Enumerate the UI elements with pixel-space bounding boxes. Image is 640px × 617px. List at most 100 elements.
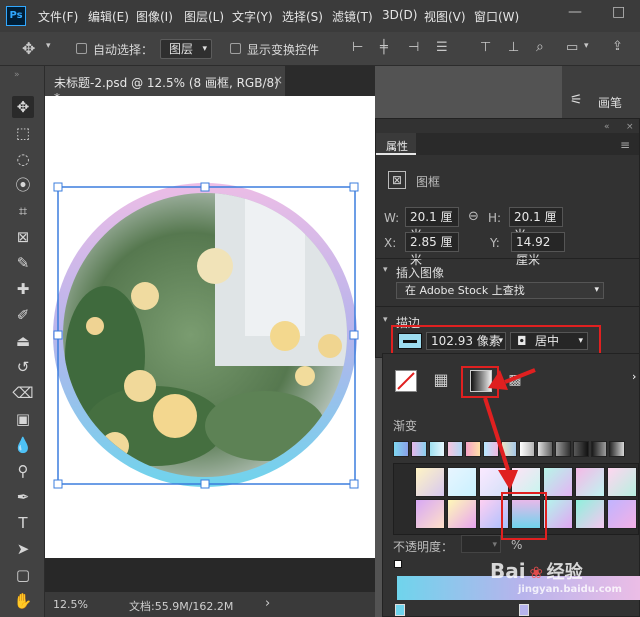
auto-select-value: 图层 xyxy=(169,42,194,56)
link-icon[interactable]: ⊖ xyxy=(468,209,479,224)
x-field[interactable]: 2.85 厘米 xyxy=(405,232,459,267)
transform-handle xyxy=(349,182,359,192)
menu-view[interactable]: 视图(V) xyxy=(424,8,466,25)
search-icon[interactable]: ⌕ xyxy=(536,39,544,55)
collapse-icon[interactable]: » xyxy=(14,70,20,80)
paw-icon: ❀ xyxy=(529,563,543,582)
align-center-icon[interactable]: ╪ xyxy=(380,40,388,55)
menu-image[interactable]: 图像(I) xyxy=(136,8,173,25)
auto-select-dropdown[interactable]: 图层 ▾ xyxy=(160,39,212,59)
opacity-field[interactable]: ▾ xyxy=(461,535,501,553)
properties-panel: « × 属性 ≡ ⊠ 图框 W: 20.1 厘米 ⊖ H: 20.1 厘米 X:… xyxy=(375,118,640,358)
adobe-stock-dropdown[interactable]: 在 Adobe Stock 上查找 ▾ xyxy=(396,282,604,299)
transform-handle xyxy=(200,479,210,489)
hand-tool-icon[interactable]: ✋ xyxy=(12,590,34,612)
opacity-label: 不透明度： xyxy=(393,540,454,554)
x-label: X: xyxy=(384,236,397,250)
close-icon[interactable]: × xyxy=(273,73,283,87)
distribute-icon[interactable]: ☰ xyxy=(436,40,448,55)
brush-panel-label[interactable]: 画笔 xyxy=(598,94,622,111)
status-menu-arrow[interactable]: › xyxy=(265,596,270,611)
align-right-icon[interactable]: ⊣ xyxy=(408,40,419,55)
zoom-level[interactable]: 12.5% xyxy=(53,598,88,611)
move-tool-icon[interactable]: ✥ xyxy=(12,96,34,118)
options-bar: ✥ ▾ 自动选择： 图层 ▾ 显示变换控件 ⊢ ╪ ⊣ ☰ ⊤ ⊥ ⌕ ▭ ▾ ⇪ xyxy=(0,32,640,66)
gradient-tool-icon[interactable]: ▣ xyxy=(12,408,34,430)
show-transform-label: 显示变换控件 xyxy=(247,43,320,57)
opacity-stop[interactable] xyxy=(394,560,402,568)
show-transform-checkbox[interactable] xyxy=(230,43,241,54)
align-middle-icon[interactable]: ⊥ xyxy=(508,40,519,55)
eyedropper-tool-icon[interactable]: ✎ xyxy=(12,252,34,274)
chevron-down-icon[interactable]: ▾ xyxy=(584,41,589,51)
dodge-tool-icon[interactable]: ⚲ xyxy=(12,460,34,482)
width-field[interactable]: 20.1 厘米 xyxy=(405,207,459,242)
watermark-brand: Bai xyxy=(490,559,526,583)
menu-select[interactable]: 选择(S) xyxy=(282,8,323,25)
menu-window[interactable]: 窗口(W) xyxy=(474,8,519,25)
chevron-down-icon[interactable]: ▾ xyxy=(383,265,388,275)
marquee-tool-icon[interactable]: ⬚ xyxy=(12,122,34,144)
document-tab-bar: 未标题-2.psd @ 12.5% (8 画框, RGB/8) * × xyxy=(45,66,375,105)
menu-bar: Ps 文件(F) 编辑(E) 图像(I) 图层(L) 文字(Y) 选择(S) 滤… xyxy=(0,0,640,32)
menu-layer[interactable]: 图层(L) xyxy=(184,8,224,25)
align-left-icon[interactable]: ⊢ xyxy=(352,40,363,55)
brush-tool-icon[interactable]: ✐ xyxy=(12,304,34,326)
share-icon[interactable]: ⇪ xyxy=(612,39,623,54)
canvas-area[interactable] xyxy=(45,96,375,592)
color-stop[interactable] xyxy=(395,604,405,616)
eraser-tool-icon[interactable]: ⌫ xyxy=(12,382,34,404)
color-stop[interactable] xyxy=(519,604,529,616)
panel-menu-icon[interactable]: ≡ xyxy=(620,138,630,152)
auto-select-checkbox[interactable] xyxy=(76,43,87,54)
height-field[interactable]: 20.1 厘米 xyxy=(509,207,563,242)
history-brush-tool-icon[interactable]: ↺ xyxy=(12,356,34,378)
healing-tool-icon[interactable]: ✚ xyxy=(12,278,34,300)
blur-tool-icon[interactable]: 💧 xyxy=(12,434,34,456)
w-label: W: xyxy=(384,211,400,225)
transform-handle xyxy=(53,479,63,489)
watermark-brand-2: 经验 xyxy=(546,562,583,583)
collapse-icon[interactable]: « xyxy=(604,122,610,132)
transform-handle xyxy=(53,182,63,192)
crop-tool-icon[interactable]: ⌗ xyxy=(12,200,34,222)
properties-tab[interactable]: 属性 xyxy=(386,138,408,154)
brush-settings-icon[interactable]: ⚟ xyxy=(570,92,583,108)
chevron-down-icon[interactable]: ▾ xyxy=(383,315,388,325)
artboard[interactable] xyxy=(45,96,375,558)
insert-image-header[interactable]: 插入图像 xyxy=(396,264,444,281)
align-top-icon[interactable]: ⊤ xyxy=(480,40,491,55)
annotation-arrows xyxy=(483,368,536,490)
close-icon[interactable]: × xyxy=(626,122,634,132)
lasso-tool-icon[interactable]: ◌ xyxy=(12,148,34,170)
pen-tool-icon[interactable]: ✒ xyxy=(12,486,34,508)
frame-artwork[interactable] xyxy=(45,96,375,558)
type-tool-icon[interactable]: T xyxy=(12,512,34,534)
menu-type[interactable]: 文字(Y) xyxy=(232,8,273,25)
menu-edit[interactable]: 编辑(E) xyxy=(88,8,129,25)
transform-handle xyxy=(349,479,359,489)
path-select-tool-icon[interactable]: ➤ xyxy=(12,538,34,560)
document-tab[interactable]: 未标题-2.psd @ 12.5% (8 画框, RGB/8) * × xyxy=(45,66,285,105)
maximize-button[interactable]: □ xyxy=(612,4,625,20)
transform-handle xyxy=(200,182,210,192)
stamp-tool-icon[interactable]: ⏏ xyxy=(12,330,34,352)
collapsed-panels: ⚟ 画笔 xyxy=(562,66,640,126)
menu-3d[interactable]: 3D(D) xyxy=(382,8,417,22)
flyout-arrow-icon[interactable]: › xyxy=(632,370,636,383)
chevron-down-icon[interactable]: ▾ xyxy=(46,41,51,51)
opacity-unit: % xyxy=(511,538,523,552)
tools-panel: » ✥ ⬚ ◌ ⦿ ⌗ ⊠ ✎ ✚ ✐ ⏏ ↺ ⌫ ▣ 💧 ⚲ ✒ T ➤ ▢ … xyxy=(0,66,45,617)
workspace-icon[interactable]: ▭ xyxy=(566,40,578,55)
h-label: H: xyxy=(488,211,502,225)
watermark: Bai ❀ 经验 jingyan.baidu.com xyxy=(490,558,622,595)
frame-tool-icon[interactable]: ⊠ xyxy=(12,226,34,248)
shape-tool-icon[interactable]: ▢ xyxy=(12,564,34,586)
move-tool-icon[interactable]: ✥ xyxy=(22,39,35,58)
quick-select-tool-icon[interactable]: ⦿ xyxy=(12,174,34,196)
menu-filter[interactable]: 滤镜(T) xyxy=(332,8,373,25)
menu-file[interactable]: 文件(F) xyxy=(38,8,78,25)
y-field[interactable]: 14.92 厘米 xyxy=(511,232,565,267)
minimize-button[interactable]: — xyxy=(568,4,582,20)
document-info: 文档:55.9M/162.2M xyxy=(129,600,234,613)
